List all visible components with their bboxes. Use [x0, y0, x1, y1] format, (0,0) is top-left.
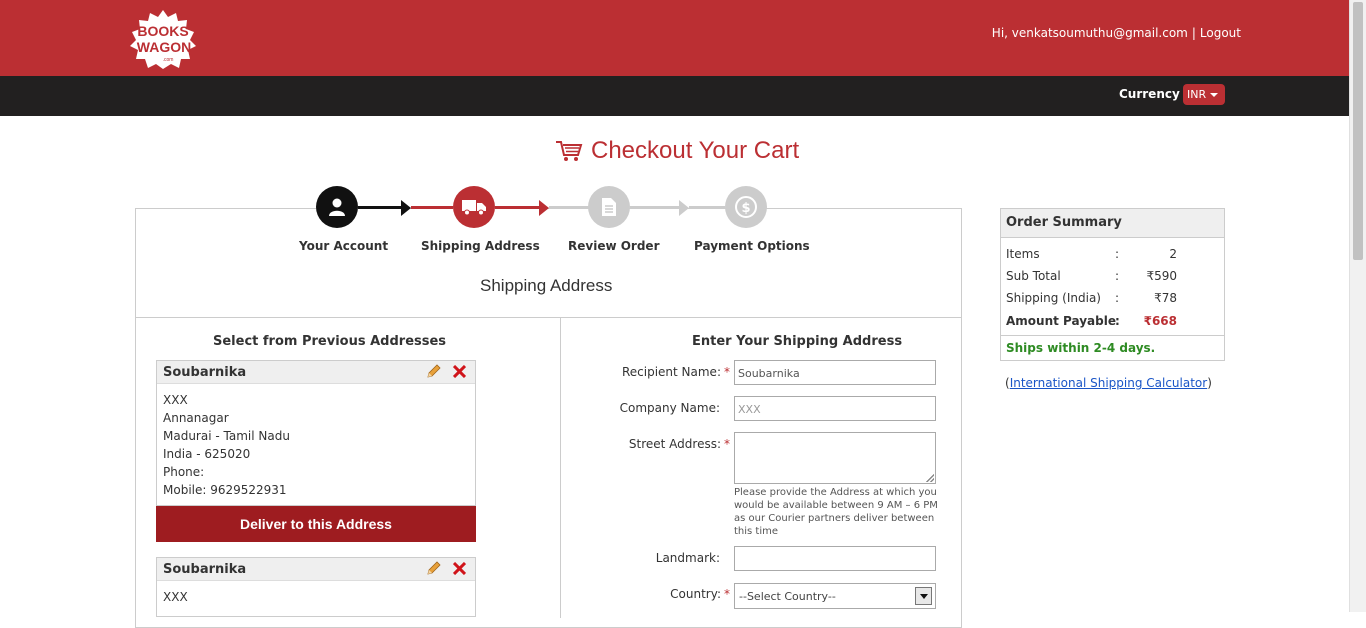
address-line: XXX: [163, 393, 188, 407]
street-address-textarea[interactable]: [734, 432, 936, 484]
step-payment-circle: $: [725, 186, 767, 228]
logout-link[interactable]: Logout: [1200, 26, 1241, 40]
address-name: Soubarnika: [163, 365, 247, 380]
address-name: Soubarnika: [163, 562, 247, 577]
summary-row-subtotal: Sub Total: ₹590: [1006, 269, 1177, 283]
step-connector-2b: [549, 206, 589, 209]
svg-text:$: $: [741, 201, 750, 216]
edit-icon[interactable]: [426, 561, 441, 580]
country-select[interactable]: --Select Country--: [734, 583, 936, 609]
delete-icon[interactable]: [452, 561, 467, 579]
address-card: Soubarnika XXX Annanagar Madurai - Tamil…: [156, 360, 476, 506]
country-label: Country: *: [670, 587, 730, 601]
chevron-down-icon: [1210, 93, 1218, 97]
svg-text:BOOKS: BOOKS: [137, 23, 188, 39]
address-mobile: Mobile: 9629522931: [163, 483, 287, 497]
step-connector-3b: [689, 206, 725, 209]
separator: |: [1191, 26, 1196, 40]
resize-handle-icon[interactable]: [926, 474, 934, 482]
currency-value: INR: [1187, 88, 1207, 101]
svg-text:.com: .com: [163, 57, 174, 63]
step-connector-2: [495, 206, 540, 209]
divider: [135, 317, 962, 318]
step-connector-1b: [411, 206, 453, 209]
address-line: Annanagar: [163, 411, 229, 425]
summary-divider: [1001, 335, 1224, 336]
address-line: Madurai - Tamil Nadu: [163, 429, 290, 443]
intl-shipping-calculator-link[interactable]: International Shipping Calculator: [1010, 376, 1208, 390]
previous-addresses-title: Select from Previous Addresses: [213, 334, 447, 349]
step-label-your-account: Your Account: [299, 239, 389, 253]
ships-note: Ships within 2-4 days.: [1006, 341, 1156, 355]
landmark-input[interactable]: [734, 546, 936, 571]
page-scrollbar[interactable]: [1349, 0, 1366, 612]
deliver-to-address-button[interactable]: Deliver to this Address: [156, 506, 476, 542]
user-area: Hi, venkatsoumuthu@gmail.com | Logout: [992, 26, 1241, 40]
address-line: XXX: [163, 590, 188, 604]
address-card-header: Soubarnika: [157, 361, 475, 384]
recipient-label: Recipient Name: *: [621, 365, 730, 379]
company-name-input[interactable]: XXX: [734, 396, 936, 421]
chevron-down-icon[interactable]: [915, 587, 932, 605]
company-label: Company Name:: [619, 401, 720, 415]
user-icon: [329, 198, 345, 216]
step-your-account-circle: [316, 186, 358, 228]
summary-row-amount-payable: Amount Payable: ₹668: [1006, 314, 1177, 328]
cart-icon: [556, 141, 583, 161]
currency-select[interactable]: INR: [1183, 84, 1225, 105]
step-label-shipping: Shipping Address: [421, 239, 540, 253]
address-card-header: Soubarnika: [157, 558, 475, 581]
step-arrow-3: [679, 200, 689, 216]
street-help-text: Please provide the Address at which you …: [734, 487, 938, 537]
address-body: XXX: [157, 581, 475, 606]
page-title-text: Checkout Your Cart: [591, 137, 800, 164]
landmark-label: Landmark:: [655, 551, 720, 565]
column-divider: [560, 318, 561, 618]
summary-row-shipping: Shipping (India): ₹78: [1006, 291, 1177, 305]
svg-text:WAGON: WAGON: [137, 39, 191, 55]
scrollbar-thumb[interactable]: [1353, 2, 1363, 260]
street-label: Street Address: *: [628, 437, 730, 451]
currency-label: Currency: [1119, 87, 1180, 101]
step-review-circle: [588, 186, 630, 228]
step-arrow-1: [401, 200, 411, 216]
step-connector-3: [630, 206, 680, 209]
country-selected: --Select Country--: [739, 590, 836, 603]
address-line: India - 625020: [163, 447, 251, 461]
step-label-payment: Payment Options: [694, 239, 810, 253]
order-summary: Order Summary Items:2 Sub Total: ₹590 Shi…: [1000, 208, 1225, 361]
summary-row-items: Items:2: [1006, 247, 1177, 261]
section-title: Shipping Address: [480, 276, 613, 295]
document-icon: [602, 198, 616, 216]
page-title: Checkout Your Cart: [555, 137, 799, 165]
company-placeholder: XXX: [738, 403, 761, 416]
step-label-review: Review Order: [568, 239, 660, 253]
address-card: Soubarnika XXX: [156, 557, 476, 617]
delete-icon[interactable]: [452, 364, 467, 382]
address-phone: Phone:: [163, 465, 205, 479]
dollar-icon: $: [735, 196, 757, 218]
step-connector-1: [358, 206, 402, 209]
step-arrow-2: [539, 200, 549, 216]
bookswagon-logo[interactable]: BOOKS WAGON .com: [124, 8, 202, 70]
recipient-name-input[interactable]: Soubarnika: [734, 360, 936, 385]
step-shipping-circle: [453, 186, 495, 228]
address-body: XXX Annanagar Madurai - Tamil Nadu India…: [157, 384, 475, 499]
truck-icon: [462, 200, 486, 216]
intl-shipping-calc: (International Shipping Calculator): [1005, 376, 1212, 390]
form-title: Enter Your Shipping Address: [692, 334, 903, 349]
order-summary-title: Order Summary: [1001, 209, 1224, 238]
user-greeting: Hi, venkatsoumuthu@gmail.com: [991, 26, 1188, 40]
edit-icon[interactable]: [426, 364, 441, 383]
